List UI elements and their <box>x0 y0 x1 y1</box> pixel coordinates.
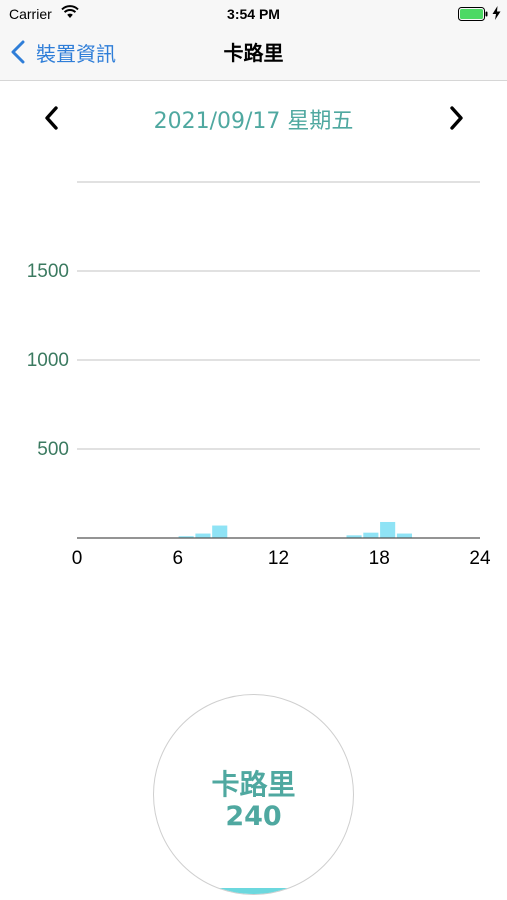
x-tick-label: 18 <box>369 548 390 569</box>
y-tick-label: 1000 <box>27 350 69 371</box>
chart-bar <box>363 532 379 538</box>
chart-bar <box>380 521 396 538</box>
summary-label: 卡路里 <box>211 768 296 801</box>
navigation-bar: 裝置資訊 卡路里 <box>0 28 507 81</box>
y-tick-label: 1500 <box>27 261 69 282</box>
calorie-chart: 500 1000 1500 0 6 12 18 24 <box>0 160 507 580</box>
chart-bar <box>212 525 228 538</box>
chart-canvas: 500 1000 1500 0 6 12 18 24 <box>27 181 491 569</box>
y-tick-label: 500 <box>37 439 69 460</box>
date-navigator: 2021/09/17 星期五 <box>0 96 507 140</box>
chevron-right-icon[interactable] <box>444 104 468 132</box>
charging-icon <box>492 6 501 20</box>
calorie-progress-fill <box>154 888 353 894</box>
calorie-summary-circle: 卡路里 240 <box>153 694 354 895</box>
x-tick-label: 0 <box>72 548 83 569</box>
status-bar: Carrier 3:54 PM <box>0 0 507 28</box>
x-tick-label: 24 <box>469 548 491 569</box>
chart-bar <box>195 533 211 538</box>
date-label: 2021/09/17 星期五 <box>153 109 354 134</box>
x-tick-label: 6 <box>172 548 183 569</box>
x-tick-label: 12 <box>268 548 289 569</box>
summary-value: 240 <box>225 801 282 832</box>
battery-icon <box>458 7 488 21</box>
chart-bar <box>396 533 412 538</box>
page-title: 卡路里 <box>223 41 284 65</box>
status-time: 3:54 PM <box>227 6 280 22</box>
